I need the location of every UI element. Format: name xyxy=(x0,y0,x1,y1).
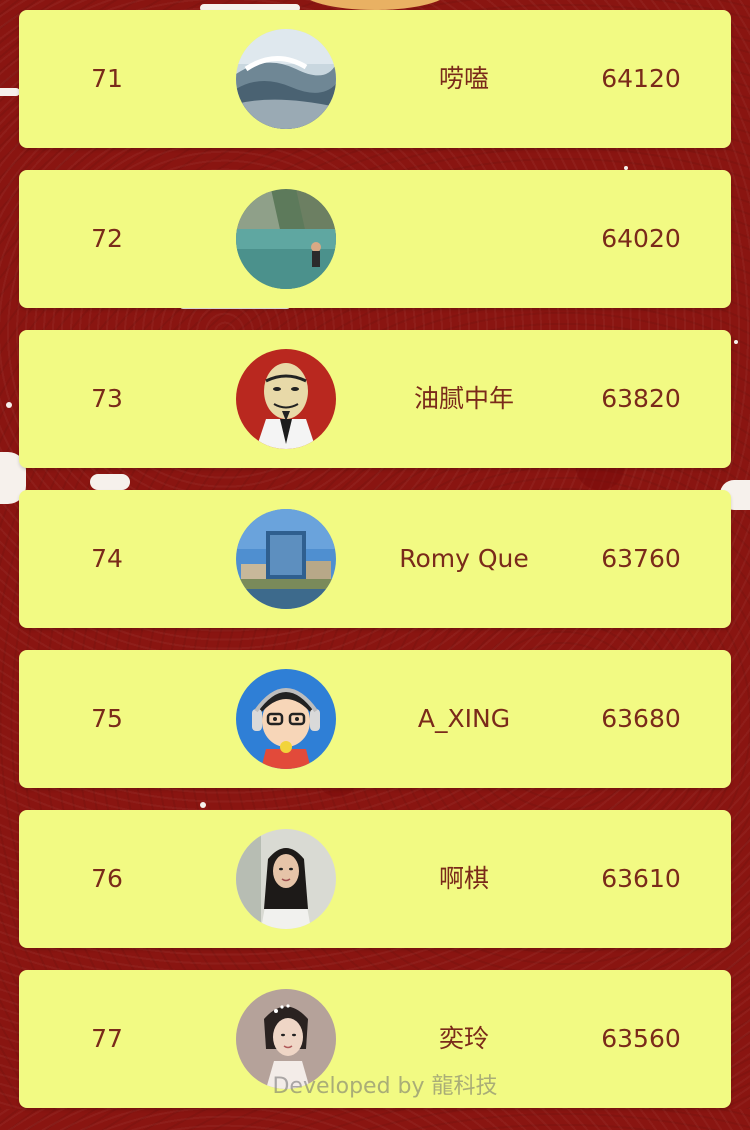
sparkle-decoration xyxy=(734,340,738,344)
score: 63680 xyxy=(601,704,681,733)
rank-number: 73 xyxy=(91,384,123,413)
nickname: Romy Que xyxy=(399,544,529,573)
developer-credit: Developed by 龍科技 xyxy=(272,1074,498,1099)
leaderboard-row[interactable]: 73 油腻中年 63820 xyxy=(19,330,731,468)
rank-number: 76 xyxy=(91,864,123,893)
score: 64120 xyxy=(601,64,681,93)
nickname: A_XING xyxy=(417,704,511,733)
score: 64020 xyxy=(601,224,681,253)
woman-portrait-avatar xyxy=(236,829,336,929)
leaderboard-row[interactable]: 75 A_XING 63680 xyxy=(19,650,731,788)
rank-number: 72 xyxy=(91,224,123,253)
rank-number: 74 xyxy=(91,544,123,573)
leaderboard-row[interactable]: 72 64020 xyxy=(19,170,731,308)
cartoon-headphones-avatar xyxy=(236,669,336,769)
leaderboard-row[interactable]: 71 唠嗑 64120 xyxy=(19,10,731,148)
nickname: 油腻中年 xyxy=(413,384,514,413)
rank-number: 75 xyxy=(91,704,123,733)
score: 63610 xyxy=(601,864,681,893)
leaderboard-row[interactable]: 76 啊棋 63610 xyxy=(19,810,731,948)
sun-decoration xyxy=(300,0,450,10)
sparkle-decoration xyxy=(6,402,12,408)
nickname: 啊棋 xyxy=(438,864,489,893)
rank-number: 71 xyxy=(91,64,123,93)
score: 63760 xyxy=(601,544,681,573)
lagoon-swimmer-avatar xyxy=(236,189,336,289)
masked-colonel-avatar xyxy=(236,349,336,449)
cloud-decoration xyxy=(0,88,20,96)
city-tower-avatar xyxy=(236,509,336,609)
leaderboard-row[interactable]: 74 Romy Que 63760 xyxy=(19,490,731,628)
score: 63820 xyxy=(601,384,681,413)
ocean-wave-avatar xyxy=(236,29,336,129)
nickname xyxy=(354,170,574,308)
nickname: 唠嗑 xyxy=(438,64,489,93)
leaderboard-list: 71 唠嗑 64120 72 64020 73 油腻中年 63820 74 Ro… xyxy=(19,10,731,1130)
